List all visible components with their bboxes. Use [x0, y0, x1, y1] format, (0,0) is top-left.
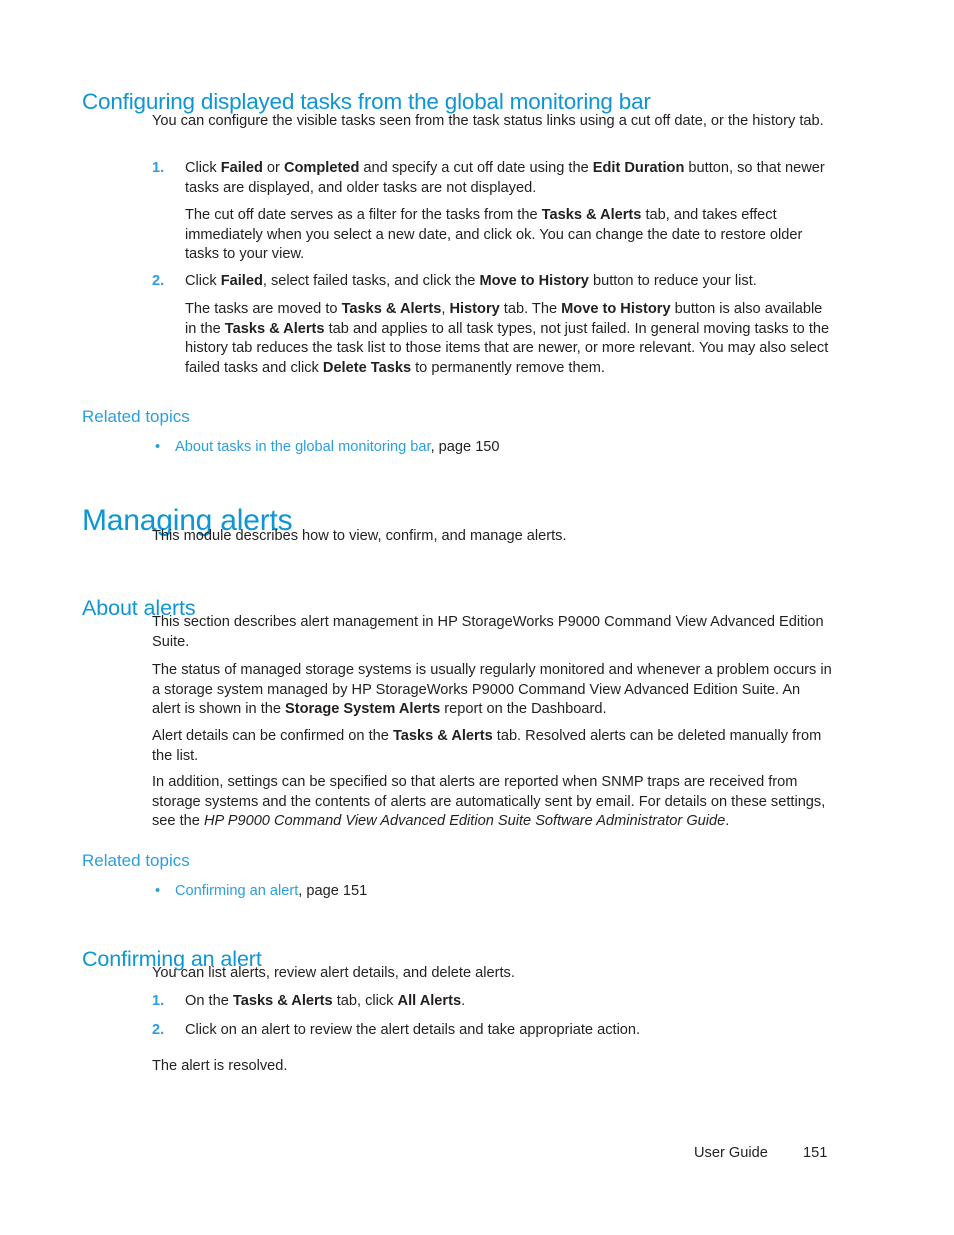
section1-intro-paragraph: You can configure the visible tasks seen… [152, 112, 832, 132]
related-topic-item-1: About tasks in the global monitoring bar… [175, 438, 815, 458]
step1-text-b: or [262, 160, 284, 176]
step2-text-c: button to reduce your list. [588, 273, 757, 289]
step2-note-bold-history: History [449, 301, 500, 317]
about-alerts-paragraph-4: In addition, settings can be specified s… [152, 773, 832, 832]
intro-text: You can configure the visible tasks seen… [152, 113, 824, 129]
document-page: Configuring displayed tasks from the glo… [0, 0, 954, 1235]
step2-text-a: Click [185, 273, 221, 289]
confirm-step-number-2: 2. [152, 1022, 165, 1038]
related-topic-page-1: , page 150 [430, 439, 500, 455]
step1-text-c: and specify a cut off date using the [359, 160, 593, 176]
about-p3-text-a: Alert details can be confirmed on the [152, 728, 393, 744]
confirm-step1-text-b: tab, click [332, 993, 398, 1009]
related-topic-link-confirming-an-alert[interactable]: Confirming an alert [175, 883, 298, 899]
step1-note-text-a: The cut off date serves as a filter for … [185, 207, 542, 223]
confirm-step1-text-a: On the [185, 993, 233, 1009]
step-1-text: Click Failed or Completed and specify a … [185, 159, 833, 198]
bullet-icon: • [155, 439, 161, 455]
confirm-step-number-1: 1. [152, 993, 165, 1009]
footer-page-number: 151 [803, 1145, 828, 1161]
step-number-1: 1. [152, 160, 165, 176]
confirming-alert-intro: You can list alerts, review alert detail… [152, 965, 515, 981]
step-2-note: The tasks are moved to Tasks & Alerts, H… [185, 300, 833, 378]
about-p3-bold-tasks-alerts: Tasks & Alerts [392, 728, 493, 744]
step-1-note: The cut off date serves as a filter for … [185, 206, 833, 265]
about-p4-italic-admin-guide: HP P9000 Command View Advanced Edition S… [203, 813, 726, 830]
step-number-2: 2. [152, 273, 165, 289]
confirm-step1-bold-tasks-alerts: Tasks & Alerts [232, 993, 333, 1009]
confirm-step1-bold-all-alerts: All Alerts [397, 993, 462, 1009]
step2-note-bold-move-to-history: Move to History [561, 301, 671, 317]
step-2-text: Click Failed, select failed tasks, and c… [185, 272, 833, 292]
about-p2-text-b: report on the Dashboard. [440, 701, 607, 718]
step2-bold-failed: Failed [220, 273, 263, 289]
related-topic-page-2: , page 151 [298, 883, 368, 899]
step1-bold-failed: Failed [220, 160, 263, 176]
related-topics-heading-2: Related topics [82, 851, 190, 870]
step1-bold-completed: Completed [283, 160, 360, 176]
confirm-step-2-text: Click on an alert to review the alert de… [185, 1022, 641, 1038]
confirm-step1-text-c: . [461, 993, 466, 1009]
bullet-icon: • [155, 883, 161, 899]
step2-note-bold-tasks-alerts-1: Tasks & Alerts [341, 301, 442, 317]
about-alerts-paragraph-3: Alert details can be confirmed on the Ta… [152, 727, 832, 766]
related-topic-link-about-tasks[interactable]: About tasks in the global monitoring bar [175, 439, 431, 455]
about-p4-text-b: . [725, 813, 730, 830]
confirm-step-1-text: On the Tasks & Alerts tab, click All Ale… [185, 992, 833, 1012]
step1-note-bold-tasks-alerts: Tasks & Alerts [541, 207, 642, 223]
footer-guide-label: User Guide [694, 1145, 768, 1161]
related-topic-item-2: Confirming an alert, page 151 [175, 882, 815, 902]
managing-alerts-intro: This module describes how to view, confi… [152, 528, 567, 544]
step1-text-a: Click [185, 160, 221, 176]
about-alerts-paragraph-2: The status of managed storage systems is… [152, 661, 832, 720]
step2-note-text-a: The tasks are moved to [185, 301, 342, 317]
about-alerts-paragraph-1: This section describes alert management … [152, 614, 824, 650]
about-p2-bold-storage-system-alerts: Storage System Alerts [285, 701, 441, 718]
related-topics-heading-1: Related topics [82, 407, 190, 426]
step2-text-b: , select failed tasks, and click the [262, 273, 480, 289]
page-footer: User Guide 151 [0, 1145, 954, 1167]
step2-note-bold-tasks-alerts-2: Tasks & Alerts [224, 320, 325, 337]
step1-bold-edit-duration: Edit Duration [592, 160, 685, 176]
step2-note-text-c: tab. The [499, 301, 562, 317]
confirming-alert-outro: The alert is resolved. [152, 1058, 288, 1074]
step2-bold-move-to-history: Move to History [479, 273, 589, 289]
step2-note-bold-delete-tasks: Delete Tasks [322, 359, 412, 376]
step2-note-text-f: to permanently remove them. [411, 359, 605, 376]
